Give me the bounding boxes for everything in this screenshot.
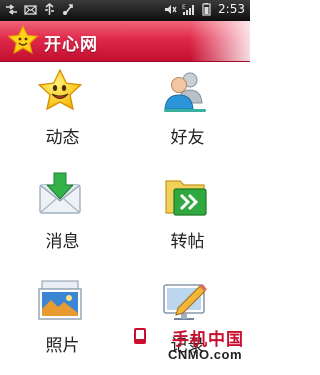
photos-icon xyxy=(38,280,82,320)
menu-item-label: 照片 xyxy=(45,336,80,356)
notification-icon xyxy=(63,4,73,15)
record-pencil-icon xyxy=(163,284,207,320)
app-title-bar: 开心网 xyxy=(0,21,250,62)
battery-icon xyxy=(202,2,211,16)
menu-item-friends[interactable]: 好友 xyxy=(125,61,250,165)
status-left-icons xyxy=(5,3,75,16)
status-time: 2:53 xyxy=(218,2,245,16)
app-logo-star-icon xyxy=(7,24,39,55)
menu-item-messages[interactable]: 消息 xyxy=(0,165,125,269)
forward-post-icon xyxy=(165,180,207,216)
status-right-icons: E 2:53 xyxy=(164,2,245,16)
status-bar: E 2:53 xyxy=(0,0,250,21)
menu-item-label: 动态 xyxy=(45,128,80,148)
menu-item-reposts[interactable]: 转帖 xyxy=(125,165,250,269)
email-icon xyxy=(24,5,37,15)
message-envelope-icon xyxy=(39,172,81,214)
menu-item-label: 转帖 xyxy=(170,232,205,252)
menu-item-updates[interactable]: 动态 xyxy=(0,61,125,165)
menu-item-photos[interactable]: 照片 xyxy=(0,269,125,373)
usb-icon xyxy=(6,4,17,15)
signal-icon: E xyxy=(182,4,195,15)
app-title: 开心网 xyxy=(44,35,98,55)
usb-debug-icon xyxy=(45,3,54,15)
cnmo-watermark: 手机中国 CNMO.com xyxy=(132,325,244,367)
star-face-icon xyxy=(37,68,83,111)
friends-icon xyxy=(164,72,206,112)
cnmo-logo-icon xyxy=(134,328,146,344)
title-fade xyxy=(190,21,250,61)
mute-icon xyxy=(165,4,177,14)
watermark-site: CNMO.com xyxy=(167,347,242,362)
menu-item-label: 消息 xyxy=(45,232,80,252)
menu-item-label: 好友 xyxy=(170,128,205,148)
svg-text:E: E xyxy=(182,4,186,11)
